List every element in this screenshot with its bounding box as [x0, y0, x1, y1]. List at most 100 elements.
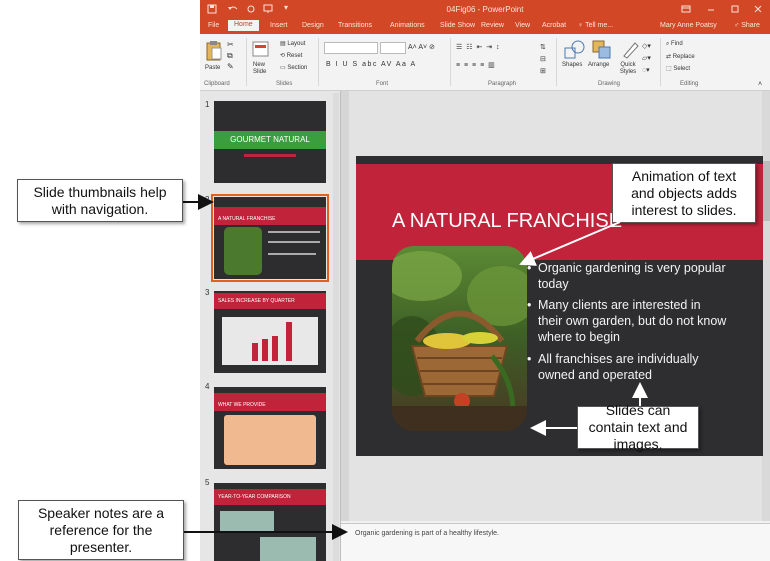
reset-icon: ⟲	[280, 53, 287, 59]
section-button[interactable]: ▭ Section	[280, 64, 307, 71]
tab-acrobat[interactable]: Acrobat	[542, 22, 566, 29]
ribbon-separator	[660, 38, 661, 86]
ribbon-separator	[450, 38, 451, 86]
thumbnail-table	[260, 537, 316, 561]
callout-animation: Animation of text and objects adds inter…	[612, 163, 756, 223]
tab-view[interactable]: View	[515, 22, 530, 29]
tab-file[interactable]: File	[208, 22, 219, 29]
minimize-icon[interactable]	[706, 4, 716, 14]
thumbnail-chart	[222, 317, 318, 365]
arrange-icon[interactable]	[592, 40, 612, 60]
select-button[interactable]: ⬚ Select	[666, 65, 690, 72]
slide-bullet[interactable]: • Organic gardening is very popular today	[527, 260, 728, 292]
layout-button[interactable]: ▤ Layout	[280, 40, 305, 47]
paste-icon[interactable]	[205, 40, 223, 62]
new-slide-icon[interactable]	[252, 40, 270, 60]
share-button[interactable]: ♂ Share	[734, 22, 760, 29]
thumbnail-title: WHAT WE PROVIDE	[214, 393, 326, 411]
notes-pane[interactable]: Organic gardening is part of a healthy l…	[341, 523, 770, 561]
bullet-text: Organic gardening is very popular today	[538, 261, 726, 291]
user-name[interactable]: Mary Anne Poatsy	[660, 22, 717, 29]
font-size-box[interactable]	[380, 42, 406, 54]
thumbnail-slide-2[interactable]: A NATURAL FRANCHISE	[211, 194, 329, 282]
copy-icon[interactable]: ⧉	[227, 51, 233, 61]
shapes-button[interactable]: Shapes	[562, 62, 582, 68]
tab-animations[interactable]: Animations	[390, 22, 425, 29]
shapes-icon[interactable]	[564, 40, 586, 60]
tab-design[interactable]: Design	[302, 22, 324, 29]
thumbnail-number: 5	[205, 478, 210, 487]
format-painter-icon[interactable]: ✎	[227, 62, 234, 71]
tab-review[interactable]: Review	[481, 22, 504, 29]
ribbon-home: Paste ✂ ⧉ ✎ Clipboard New Slide ▤ Layout…	[200, 34, 770, 91]
close-icon[interactable]	[753, 4, 763, 14]
tab-slide-show[interactable]: Slide Show	[440, 22, 475, 29]
arrange-button[interactable]: Arrange	[588, 62, 609, 68]
thumbnail-chart-bar	[262, 339, 268, 361]
thumbnail-title: YEAR-TO-YEAR COMPARISON	[214, 489, 326, 505]
pane-splitter[interactable]	[341, 91, 349, 521]
tell-me-box[interactable]: ♀ Tell me...	[578, 22, 613, 29]
shape-effects-icon[interactable]: ◌▾	[642, 66, 650, 74]
slide-bullet[interactable]: • Many clients are interested in their ow…	[527, 297, 728, 345]
bullet-dot: •	[527, 261, 532, 275]
ribbon-separator	[556, 38, 557, 86]
thumbnail-chart-bar	[286, 322, 292, 361]
list-buttons-icon[interactable]: ☰ ☷ ⇤ ⇥ ↕	[456, 43, 501, 51]
thumbnail-title: SALES INCREASE BY QUARTER	[214, 293, 326, 309]
font-grow-shrink-icon[interactable]: A˄ A˅ ⊘	[408, 43, 435, 51]
select-label: Select	[673, 66, 691, 72]
tab-insert[interactable]: Insert	[270, 22, 288, 29]
ribbon-separator	[318, 38, 319, 86]
thumbnail-title: GOURMET NATURAL	[214, 131, 326, 149]
tell-me-label: Tell me...	[585, 22, 614, 29]
ribbon-display-icon[interactable]	[681, 4, 691, 14]
thumbnail-slide-4[interactable]: WHAT WE PROVIDE	[214, 387, 326, 469]
callout-content: Slides can contain text and images.	[577, 402, 699, 452]
thumbnail-text-box	[224, 415, 316, 465]
slide-scrollbar-thumb[interactable]	[762, 161, 770, 221]
ribbon-tabs: File Home Insert Design Transitions Anim…	[200, 19, 770, 34]
quick-styles-icon[interactable]	[621, 40, 641, 60]
slide-title[interactable]: A NATURAL FRANCHISE	[392, 210, 622, 233]
thumbnail-slide-5[interactable]: YEAR-TO-YEAR COMPARISON	[214, 483, 326, 561]
thumbnail-slide-1[interactable]: GOURMET NATURAL	[214, 101, 326, 183]
thumbnail-text-line	[268, 231, 320, 233]
paste-button[interactable]: Paste	[205, 65, 220, 71]
find-button[interactable]: ⌕ Find	[666, 41, 683, 48]
align-buttons-icon[interactable]: ≡ ≡ ≡ ≡ ▥	[456, 61, 496, 69]
collapse-ribbon-icon[interactable]: ˄	[758, 81, 762, 88]
clipboard-group-label: Clipboard	[204, 81, 230, 87]
replace-button[interactable]: ⇄ Replace	[666, 53, 695, 60]
tab-transitions[interactable]: Transitions	[338, 22, 372, 29]
font-name-box[interactable]	[324, 42, 378, 54]
smartart-icon[interactable]: ⊞	[540, 67, 546, 75]
bullet-text: Many clients are interested in their own…	[538, 298, 727, 344]
reset-button[interactable]: ⟲ Reset	[280, 52, 302, 59]
slide-scrollbar[interactable]	[762, 91, 770, 521]
shape-outline-icon[interactable]: ▱▾	[642, 54, 651, 62]
restore-icon[interactable]	[730, 4, 740, 14]
new-slide-button[interactable]: New Slide	[253, 62, 277, 76]
callout-notes: Speaker notes are a reference for the pr…	[18, 500, 184, 560]
shape-fill-icon[interactable]: ◇▾	[642, 42, 651, 50]
replace-label: Replace	[672, 54, 695, 60]
tab-home[interactable]: Home	[228, 20, 259, 31]
thumbnail-subtitle-bar	[244, 154, 296, 157]
speaker-notes-text: Organic gardening is part of a healthy l…	[355, 530, 499, 537]
thumbnail-text-line	[268, 241, 320, 243]
thumbnail-slide-3[interactable]: SALES INCREASE BY QUARTER	[214, 291, 326, 373]
slide-bullet[interactable]: • All franchises are individually owned a…	[527, 351, 728, 383]
text-direction-icon[interactable]: ⇅	[540, 43, 546, 51]
font-format-buttons[interactable]: B I U S abc AV Aa A	[326, 61, 417, 68]
slides-group-label: Slides	[276, 81, 293, 87]
align-text-icon[interactable]: ⊟	[540, 55, 546, 63]
cut-icon[interactable]: ✂	[227, 40, 234, 49]
quick-styles-button[interactable]: Quick Styles	[616, 62, 640, 76]
thumbnail-number: 4	[205, 382, 210, 391]
thumbnail-scrollbar[interactable]	[333, 93, 339, 561]
vegetable-basket-image[interactable]	[392, 246, 527, 431]
section-label: Section	[287, 65, 308, 71]
thumbnail-number: 2	[205, 195, 210, 204]
thumbnail-chart-bar	[272, 336, 278, 361]
